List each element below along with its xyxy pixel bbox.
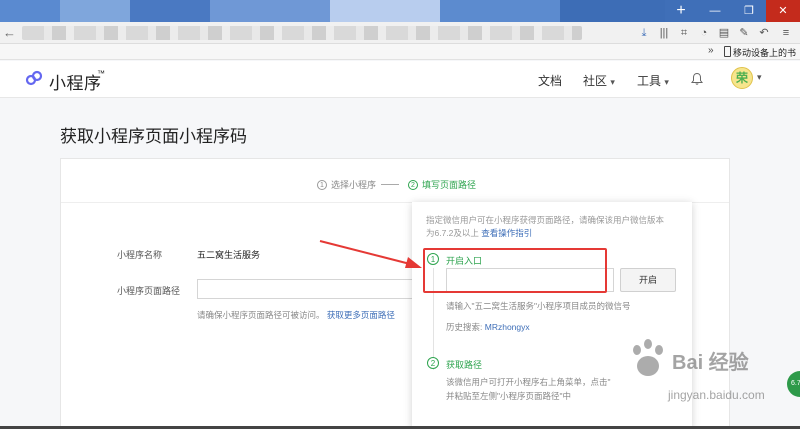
avatar[interactable]: 荣 [731,67,753,89]
watermark-url: jingyan.baidu.com [668,388,765,402]
history-item[interactable]: MRzhongyx [485,322,530,332]
path-popover: 指定微信用户可在小程序获得页面路径，请确保该用户微信版本 为6.7.2及以上 查… [412,202,692,429]
download-icon[interactable]: ⤓ [636,25,652,41]
pen-icon[interactable]: ✎ [736,25,752,41]
step-number: 2 [408,180,418,190]
annotation-highlight-box [423,248,607,293]
chevron-right-icon[interactable]: » [708,45,714,56]
nav-community-label: 社区 [583,74,608,88]
wechat-id-hint: 请输入"五二窝生活服务"小程序项目成员的微信号 [446,301,631,311]
undo-icon[interactable]: ↶ [756,25,772,41]
mobile-bookmarks-link[interactable]: 移动设备上的书 [733,46,796,59]
miniprogram-logo-icon[interactable] [25,69,43,87]
chevron-down-icon: ▾ [610,77,615,87]
step-select-miniprogram: 1 选择小程序 [317,178,376,191]
logo-trademark: ™ [97,69,105,78]
search-history: 历史搜索: MRzhongyx [446,321,530,333]
step-fill-path: 2 填写页面路径 [408,178,476,191]
back-arrow-icon[interactable]: ← [3,24,19,42]
nav-community[interactable]: 社区 ▾ [583,72,615,89]
minimize-icon[interactable]: — [698,0,732,22]
browser-nav-bar: ← ⤓ ||| ⌗ ◔ ▤ ✎ ↶ ≡ [0,22,800,44]
get-path-instruction-line1: 该微信用户可打开小程序右上角菜单，点击" [446,377,611,387]
blurred-tab[interactable] [210,0,330,22]
page-path-input[interactable] [197,279,417,299]
step-label: 填写页面路径 [422,180,477,190]
chevron-down-icon[interactable]: ▾ [757,72,762,83]
blurred-tab[interactable] [0,0,60,22]
popover-step-number: 2 [427,357,439,369]
popover-description: 指定微信用户可在小程序获得页面路径，请确保该用户微信版本 为6.7.2及以上 查… [426,214,684,240]
popover-desc-line2: 为6.7.2及以上 [426,228,479,238]
blurred-tab[interactable] [330,0,440,22]
paw-logo-icon [633,339,663,376]
baidu-watermark: Bai 经验 jingyan.baidu.com [628,338,765,402]
step-connector [381,184,399,185]
blurred-tab[interactable] [60,0,130,22]
site-header: 小程序 ™ 文档 社区 ▾ 工具 ▾ 荣 ▾ [0,61,800,98]
chevron-down-icon: ▾ [664,77,669,87]
operation-guide-link[interactable]: 查看操作指引 [481,228,532,238]
blurred-tab[interactable] [130,0,210,22]
floating-badge-icon[interactable]: 6.7 [787,371,800,397]
page-title: 获取小程序页面小程序码 [60,127,247,146]
bookmarks-bar: » 移动设备上的书 [0,44,800,60]
step-label: 选择小程序 [331,180,377,190]
history-label: 历史搜索: [446,322,483,332]
hint-text: 请确保小程序页面路径可被访问。 [197,310,325,320]
restore-icon[interactable]: ❐ [732,0,766,22]
miniprogram-name-value: 五二窝生活服务 [197,250,261,260]
popover-desc-line1: 指定微信用户可在小程序获得页面路径，请确保该用户微信版本 [426,215,665,225]
step-number: 1 [317,180,327,190]
close-window-icon[interactable]: ✕ [766,0,800,22]
new-tab-icon[interactable]: + [670,1,692,21]
page-path-hint: 请确保小程序页面路径可被访问。 获取更多页面路径 [197,309,395,321]
crop-icon[interactable]: ⌗ [676,25,692,41]
browser-tab-bar: + — ❐ ✕ [0,0,800,22]
bell-icon[interactable] [690,72,704,86]
blurred-tab[interactable] [560,0,665,22]
get-path-instruction-line2: 并粘贴至左侧"小程序页面路径"中 [446,391,572,401]
blurred-tab[interactable] [440,0,560,22]
get-path-title: 获取路径 [446,360,483,370]
nav-tools-label: 工具 [637,74,662,88]
address-bar[interactable] [22,26,582,40]
logo-text[interactable]: 小程序 [49,69,102,94]
nav-docs[interactable]: 文档 [538,72,562,89]
annotation-arrow-icon [319,240,422,268]
miniprogram-name-label: 小程序名称 [117,250,163,260]
nav-tools[interactable]: 工具 ▾ [637,72,669,89]
step-indicator: 1 选择小程序 2 填写页面路径 [61,159,729,203]
notes-icon[interactable]: ▤ [716,25,732,41]
enable-button[interactable]: 开启 [620,268,676,292]
more-paths-link[interactable]: 获取更多页面路径 [327,310,395,320]
chat-icon[interactable]: ◔ [696,25,712,41]
watermark-main-text: Bai 经验 [672,352,749,374]
mobile-device-icon [724,46,731,57]
library-icon[interactable]: ||| [656,25,672,41]
menu-icon[interactable]: ≡ [778,25,794,41]
page-path-label: 小程序页面路径 [117,286,181,296]
